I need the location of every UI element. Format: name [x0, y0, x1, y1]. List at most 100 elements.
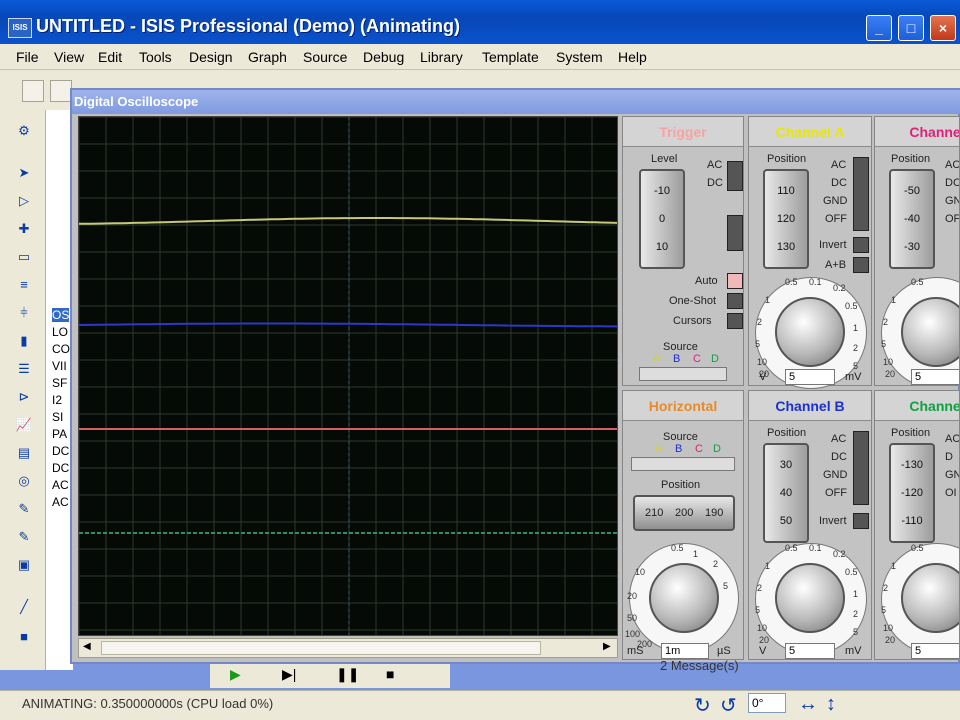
component-icon[interactable]: ▷ — [12, 190, 36, 212]
list-item[interactable]: OS — [52, 308, 70, 322]
channel-a-coupling-switch[interactable] — [853, 157, 869, 231]
timebase-field[interactable]: 1m — [661, 643, 709, 659]
dial-tick: 20 — [885, 635, 896, 645]
channel-b-invert-toggle[interactable] — [853, 513, 869, 529]
mode-oneshot-label: One-Shot — [669, 295, 717, 307]
terminal-icon[interactable]: ☰ — [12, 358, 36, 380]
list-item[interactable]: AC — [52, 478, 69, 492]
step-icon[interactable]: ▶| — [282, 666, 296, 683]
generator-icon[interactable]: ◎ — [12, 470, 36, 492]
scale-label: 50 — [779, 515, 793, 527]
channel-a-position-scale[interactable]: 110 120 130 — [763, 169, 809, 269]
list-item[interactable]: PA — [52, 427, 67, 441]
coupling-ac: AC — [831, 433, 847, 445]
graph-icon[interactable]: 📈 — [12, 414, 36, 436]
channel-b-position-scale[interactable]: 30 40 50 — [763, 443, 809, 543]
channel-a-invert-toggle[interactable] — [853, 237, 869, 253]
menu-graph[interactable]: Graph — [248, 49, 287, 65]
level-scale[interactable]: -10 0 10 — [639, 169, 685, 269]
dial-tick: 0.5 — [785, 543, 798, 553]
minimize-button[interactable]: _ — [866, 15, 892, 41]
channel-a-aplusb-toggle[interactable] — [853, 257, 869, 273]
scroll-right-icon[interactable]: ▶ — [603, 641, 611, 652]
trigger-title: Trigger — [623, 117, 743, 147]
message-count[interactable]: 2 Message(s) — [660, 658, 739, 673]
rotate-cw-icon[interactable]: ↻ — [694, 693, 711, 718]
text-script-icon[interactable]: ≡ — [12, 274, 36, 296]
current-probe-icon[interactable]: ✎ — [12, 526, 36, 548]
rotate-ccw-icon[interactable]: ↺ — [720, 693, 737, 718]
channel-b-volts-knob[interactable] — [775, 563, 845, 633]
oscilloscope-window: Digital Oscilloscope ◀ ▶ Trigger Level -… — [70, 88, 960, 664]
channel-c-position-scale[interactable]: -50 -40 -30 — [889, 169, 935, 269]
trigger-coupling-switch[interactable] — [727, 161, 743, 191]
channel-d-volts-field[interactable]: 5 — [911, 643, 959, 659]
cursors-toggle[interactable] — [727, 313, 743, 329]
list-item[interactable]: SI — [52, 410, 63, 424]
tape-icon[interactable]: ▤ — [12, 442, 36, 464]
box-icon[interactable]: ■ — [12, 626, 36, 648]
oneshot-toggle[interactable] — [727, 293, 743, 309]
pause-icon[interactable]: ❚❚ — [336, 666, 359, 683]
channel-b-volts-field[interactable]: 5 — [785, 643, 835, 659]
menu-edit[interactable]: Edit — [98, 49, 122, 65]
simulation-controls: ▶ ▶| ❚❚ ■ — [210, 664, 450, 688]
menu-debug[interactable]: Debug — [363, 49, 404, 65]
menu-file[interactable]: File — [16, 49, 39, 65]
dial-tick: 2 — [757, 583, 763, 593]
channel-a-volts-field[interactable]: 5 — [785, 369, 835, 385]
list-item[interactable]: LO — [52, 325, 68, 339]
channel-c-volts-field[interactable]: 5 — [911, 369, 959, 385]
menu-library[interactable]: Library — [420, 49, 463, 65]
menu-tools[interactable]: Tools — [139, 49, 172, 65]
scroll-left-icon[interactable]: ◀ — [83, 641, 91, 652]
list-item[interactable]: DC — [52, 461, 69, 475]
list-item[interactable]: VII — [52, 359, 67, 373]
virtual-instrument-icon[interactable]: ▣ — [12, 554, 36, 576]
line-icon[interactable]: ╱ — [12, 596, 36, 618]
mirror-vertical-icon[interactable]: ↕ — [826, 693, 836, 716]
menu-template[interactable]: Template — [482, 49, 539, 65]
menu-help[interactable]: Help — [618, 49, 647, 65]
maximize-button[interactable]: □ — [898, 15, 924, 41]
list-item[interactable]: SF — [52, 376, 67, 390]
subcircuit-icon[interactable]: ▮ — [12, 330, 36, 352]
junction-icon[interactable]: ✚ — [12, 218, 36, 240]
component-mode-icon[interactable]: ⚙ — [12, 120, 36, 142]
menu-source[interactable]: Source — [303, 49, 347, 65]
stop-icon[interactable]: ■ — [386, 666, 394, 682]
label-icon[interactable]: ▭ — [12, 246, 36, 268]
timebase-knob[interactable] — [649, 563, 719, 633]
play-icon[interactable]: ▶ — [230, 666, 241, 683]
trigger-edge-switch[interactable] — [727, 215, 743, 251]
menu-view[interactable]: View — [54, 49, 84, 65]
voltage-probe-icon[interactable]: ✎ — [12, 498, 36, 520]
mirror-horizontal-icon[interactable]: ↔ — [798, 693, 818, 716]
channel-a-volts-knob[interactable] — [775, 297, 845, 367]
trigger-source-slider[interactable] — [639, 367, 727, 381]
horizontal-source-slider[interactable] — [631, 457, 735, 471]
grid-icon[interactable] — [50, 80, 72, 102]
scale-label: 210 — [645, 507, 664, 519]
horizontal-scrollbar[interactable]: ◀ ▶ — [78, 638, 618, 658]
dial-tick: 2 — [883, 583, 889, 593]
pin-icon[interactable]: ⊳ — [12, 386, 36, 408]
channel-d-position-scale[interactable]: -130 -120 -110 — [889, 443, 935, 543]
list-item[interactable]: I2 — [52, 393, 62, 407]
refresh-icon[interactable] — [22, 80, 44, 102]
channel-b-coupling-switch[interactable] — [853, 431, 869, 505]
list-item[interactable]: DC — [52, 444, 69, 458]
close-button[interactable]: × — [930, 15, 956, 41]
auto-toggle[interactable] — [727, 273, 743, 289]
list-item[interactable]: CO — [52, 342, 70, 356]
menu-system[interactable]: System — [556, 49, 603, 65]
list-item[interactable]: AC — [52, 495, 69, 509]
rotation-angle-field[interactable]: 0° — [748, 693, 786, 713]
oscilloscope-title[interactable]: Digital Oscilloscope — [72, 90, 960, 114]
scroll-thumb[interactable] — [101, 641, 541, 655]
selection-icon[interactable]: ➤ — [12, 162, 36, 184]
menu-design[interactable]: Design — [189, 49, 233, 65]
dial-tick: 1 — [853, 589, 859, 599]
horizontal-position-scale[interactable]: 210 200 190 — [633, 495, 735, 531]
bus-icon[interactable]: ⫩ — [12, 302, 36, 324]
